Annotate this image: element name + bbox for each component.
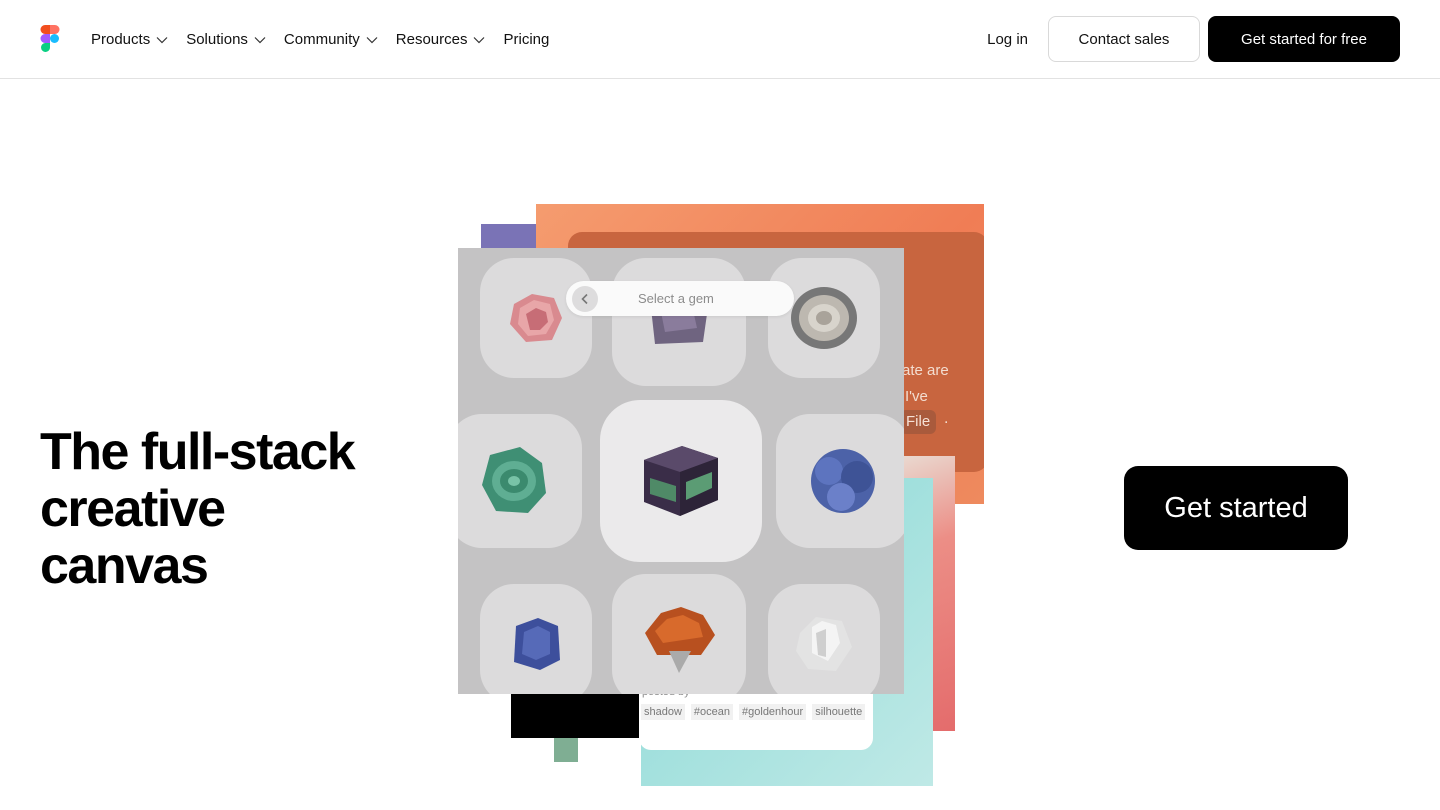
- fluorite-cube-gem-icon: [644, 446, 718, 516]
- tag[interactable]: silhouette: [812, 704, 866, 720]
- figma-logo-icon[interactable]: [40, 25, 60, 53]
- quartz-gem-icon: [796, 617, 852, 671]
- gem-search-placeholder: Select a gem: [638, 291, 714, 306]
- malachite-gem-icon: [482, 447, 546, 513]
- gem-tile[interactable]: [458, 414, 582, 548]
- file-dot: .: [944, 410, 949, 427]
- gem-tile[interactable]: [612, 258, 746, 386]
- vanadinite-gem-icon: [645, 607, 715, 673]
- nav-item-products[interactable]: Products: [91, 31, 168, 48]
- gem-tile-selected[interactable]: [600, 400, 762, 562]
- tag[interactable]: #goldenhour: [739, 704, 807, 720]
- login-link[interactable]: Log in: [987, 31, 1028, 48]
- chevron-down-icon: [366, 36, 378, 43]
- get-started-free-button[interactable]: Get started for free: [1208, 16, 1400, 62]
- get-started-button[interactable]: Get started: [1124, 466, 1348, 550]
- nav-item-solutions[interactable]: Solutions: [186, 31, 266, 48]
- top-nav: Products Solutions Community Resources P…: [0, 0, 1440, 79]
- nav-item-label: Solutions: [186, 31, 248, 48]
- gem-tile[interactable]: [776, 414, 904, 548]
- nav-item-label: Community: [283, 31, 360, 48]
- nav-item-community[interactable]: Community: [284, 31, 378, 48]
- sapphire-cluster-gem-icon: [811, 449, 875, 513]
- chevron-left-icon: [581, 293, 588, 305]
- hero-headline-line: creative: [40, 480, 226, 538]
- lapis-gem-icon: [514, 618, 560, 670]
- nav-item-label: Products: [91, 31, 151, 48]
- agate-gem-icon: [791, 287, 857, 349]
- chevron-down-icon: [156, 36, 168, 43]
- nav-item-label: Resources: [395, 31, 468, 48]
- hero-headline-line: canvas: [40, 537, 209, 595]
- chevron-down-icon: [254, 36, 266, 43]
- tag-list: shadow #ocean #goldenhour silhouette: [641, 704, 871, 720]
- chevron-down-icon: [474, 36, 485, 43]
- tag[interactable]: shadow: [641, 704, 685, 720]
- green-card: [554, 738, 578, 762]
- hero-headline-line: The full-stack: [40, 423, 356, 481]
- gem-tile[interactable]: [480, 258, 592, 378]
- back-button[interactable]: [572, 286, 598, 312]
- gem-tile[interactable]: [768, 258, 880, 378]
- gem-tile[interactable]: [768, 584, 880, 694]
- gem-search-bar[interactable]: Select a gem: [566, 281, 794, 316]
- nav-actions: Log in Contact sales Get started for fre…: [987, 16, 1400, 62]
- hero-headline: The full-stack creative canvas: [40, 424, 420, 595]
- rhodochrosite-gem-icon: [510, 294, 562, 342]
- tag[interactable]: #ocean: [690, 704, 734, 720]
- contact-sales-button[interactable]: Contact sales: [1048, 16, 1200, 62]
- black-card: [511, 690, 643, 738]
- nav-item-label: Pricing: [503, 31, 550, 48]
- gem-tile[interactable]: [612, 574, 746, 694]
- gem-tile[interactable]: [480, 584, 592, 694]
- nav-item-resources[interactable]: Resources: [396, 31, 486, 48]
- file-chip: File: [900, 410, 937, 434]
- orange-text-line: I've: [905, 388, 928, 405]
- nav-links: Products Solutions Community Resources P…: [91, 0, 567, 79]
- orange-text-line: ate are: [902, 362, 949, 379]
- nav-item-pricing[interactable]: Pricing: [503, 31, 549, 48]
